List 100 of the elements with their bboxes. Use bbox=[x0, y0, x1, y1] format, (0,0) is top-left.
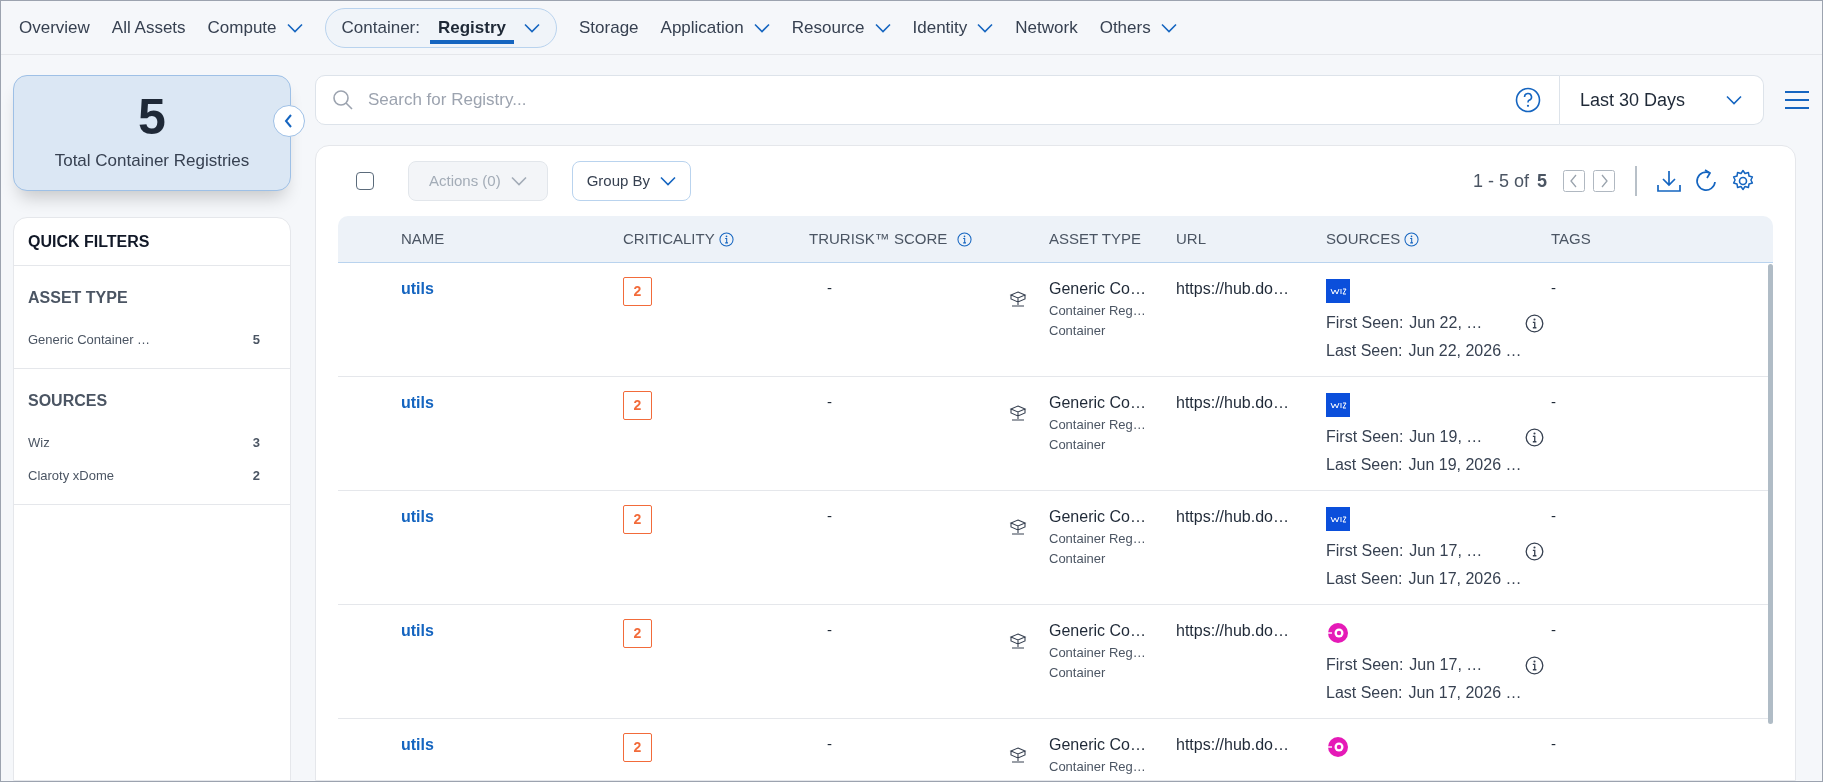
trurisk-score: - bbox=[827, 620, 832, 640]
menu-icon[interactable] bbox=[1784, 90, 1810, 110]
tags-value: - bbox=[1551, 735, 1556, 752]
criticality-badge: 2 bbox=[623, 277, 652, 306]
url-text: https://hub.do… bbox=[1176, 280, 1289, 297]
last-seen-label: Last Seen: bbox=[1326, 455, 1403, 475]
filter-group-title: ASSET TYPE bbox=[28, 288, 129, 308]
info-icon[interactable] bbox=[1525, 313, 1545, 333]
info-icon[interactable] bbox=[1525, 655, 1545, 675]
source-logo-icon bbox=[1326, 507, 1350, 531]
trurisk-score: - bbox=[827, 278, 832, 298]
info-icon[interactable] bbox=[1525, 427, 1545, 447]
nav-tab[interactable]: All Assets bbox=[111, 7, 186, 48]
last-seen-date: Jun 19, 2026 … bbox=[1408, 455, 1522, 475]
nav-tab[interactable]: Storage bbox=[579, 7, 639, 48]
source-logo-icon bbox=[1326, 735, 1350, 759]
filter-count: 3 bbox=[252, 433, 260, 452]
scrollbar[interactable] bbox=[1768, 264, 1773, 724]
container-icon bbox=[1009, 633, 1027, 651]
total-count: 5 bbox=[138, 92, 166, 143]
chevron-down-icon bbox=[660, 176, 677, 186]
container-icon bbox=[1009, 291, 1027, 309]
tags-value: - bbox=[1551, 507, 1556, 524]
container-icon bbox=[1009, 747, 1027, 765]
asset-name-link[interactable]: utils bbox=[401, 508, 434, 525]
source-logo-icon bbox=[1326, 279, 1350, 303]
column-header: SOURCES bbox=[1326, 228, 1401, 249]
last-seen-date: Jun 17, 2026 … bbox=[1408, 569, 1522, 589]
filter-count: 5 bbox=[252, 331, 260, 349]
trurisk-score: - bbox=[827, 734, 832, 754]
date-range-dropdown[interactable]: Last 30 Days bbox=[1560, 75, 1764, 125]
criticality-badge: 2 bbox=[623, 733, 652, 762]
search-input[interactable]: Search for Registry... bbox=[368, 87, 1515, 113]
asset-type: Generic Co… bbox=[1049, 621, 1147, 641]
tags-value: - bbox=[1551, 393, 1556, 410]
nav-tab[interactable]: Identity bbox=[912, 7, 994, 48]
pagination-range: 1 - 5 of bbox=[1472, 169, 1529, 193]
asset-subtype: Container bbox=[1049, 664, 1107, 682]
first-seen-label: First Seen: bbox=[1326, 427, 1404, 447]
refresh-icon[interactable] bbox=[1695, 169, 1717, 193]
nav-tab[interactable]: Compute bbox=[207, 7, 303, 48]
asset-subtype: Container bbox=[1049, 550, 1107, 568]
column-header: CRITICALITY bbox=[623, 228, 715, 249]
pagination-total: 5 bbox=[1537, 169, 1547, 193]
group-by-button[interactable]: Group By bbox=[571, 161, 692, 201]
column-header: NAME bbox=[401, 228, 445, 249]
chevron-down-icon bbox=[1160, 22, 1177, 33]
info-icon[interactable] bbox=[1404, 231, 1420, 247]
column-header: URL bbox=[1176, 228, 1206, 249]
url-text: https://hub.do… bbox=[1176, 394, 1289, 411]
asset-name-link[interactable]: utils bbox=[401, 622, 434, 639]
column-header: ASSET TYPE bbox=[1049, 228, 1141, 249]
criticality-badge: 2 bbox=[623, 391, 652, 420]
filter-option[interactable]: Wiz bbox=[28, 432, 50, 452]
source-logo-icon bbox=[1326, 621, 1350, 645]
chevron-down-icon bbox=[286, 22, 303, 33]
nav-tab[interactable]: Overview bbox=[19, 7, 90, 48]
last-seen-label: Last Seen: bbox=[1326, 341, 1403, 361]
chevron-down-icon bbox=[874, 22, 891, 33]
filter-option[interactable]: Claroty xDome bbox=[28, 466, 114, 486]
asset-name-link[interactable]: utils bbox=[401, 736, 434, 753]
first-seen-label: First Seen: bbox=[1326, 541, 1404, 561]
download-icon[interactable] bbox=[1657, 170, 1681, 192]
column-header: TRURISK™ SCORE bbox=[809, 228, 948, 249]
nav-tab[interactable]: Network bbox=[1015, 7, 1078, 48]
last-seen-date: Jun 22, 2026 … bbox=[1408, 341, 1522, 361]
first-seen-date: Jun 22, … bbox=[1409, 313, 1484, 333]
chevron-down-icon bbox=[753, 22, 770, 33]
nav-tab[interactable]: Others bbox=[1099, 7, 1177, 48]
source-logo-icon bbox=[1326, 393, 1350, 417]
info-icon[interactable] bbox=[718, 231, 734, 247]
filter-count: 2 bbox=[252, 467, 260, 485]
first-seen-date: Jun 17, … bbox=[1409, 541, 1484, 561]
nav-tab-label: Registry bbox=[430, 10, 514, 45]
chevron-down-icon bbox=[524, 22, 540, 33]
url-text: https://hub.do… bbox=[1176, 622, 1289, 639]
select-all-checkbox[interactable] bbox=[356, 172, 374, 190]
first-seen-date: Jun 19, … bbox=[1409, 427, 1484, 447]
asset-name-link[interactable]: utils bbox=[401, 280, 434, 297]
total-label: Total Container Registries bbox=[54, 150, 250, 173]
search-icon bbox=[332, 89, 354, 111]
info-icon[interactable] bbox=[1525, 541, 1545, 561]
search-field[interactable]: Search for Registry... bbox=[315, 75, 1560, 125]
nav-tab[interactable]: Application bbox=[660, 7, 770, 48]
filter-option[interactable]: Generic Container … bbox=[28, 330, 151, 350]
nav-tab[interactable]: Container: Registry bbox=[324, 7, 557, 48]
quick-filters-title: QUICK FILTERS bbox=[14, 218, 290, 266]
help-icon[interactable] bbox=[1515, 87, 1541, 113]
first-seen-label: First Seen: bbox=[1326, 655, 1404, 675]
info-icon[interactable] bbox=[957, 231, 973, 247]
asset-type: Generic Co… bbox=[1049, 507, 1147, 527]
asset-subtype: Container bbox=[1049, 322, 1107, 340]
container-icon bbox=[1009, 519, 1027, 537]
settings-icon[interactable] bbox=[1731, 169, 1755, 193]
column-header: TAGS bbox=[1551, 228, 1591, 249]
nav-tab[interactable]: Resource bbox=[791, 7, 891, 48]
last-seen-label: Last Seen: bbox=[1326, 569, 1403, 589]
asset-name-link[interactable]: utils bbox=[401, 394, 434, 411]
nav-tab-prefix: Container: bbox=[341, 16, 420, 39]
url-text: https://hub.do… bbox=[1176, 508, 1289, 525]
